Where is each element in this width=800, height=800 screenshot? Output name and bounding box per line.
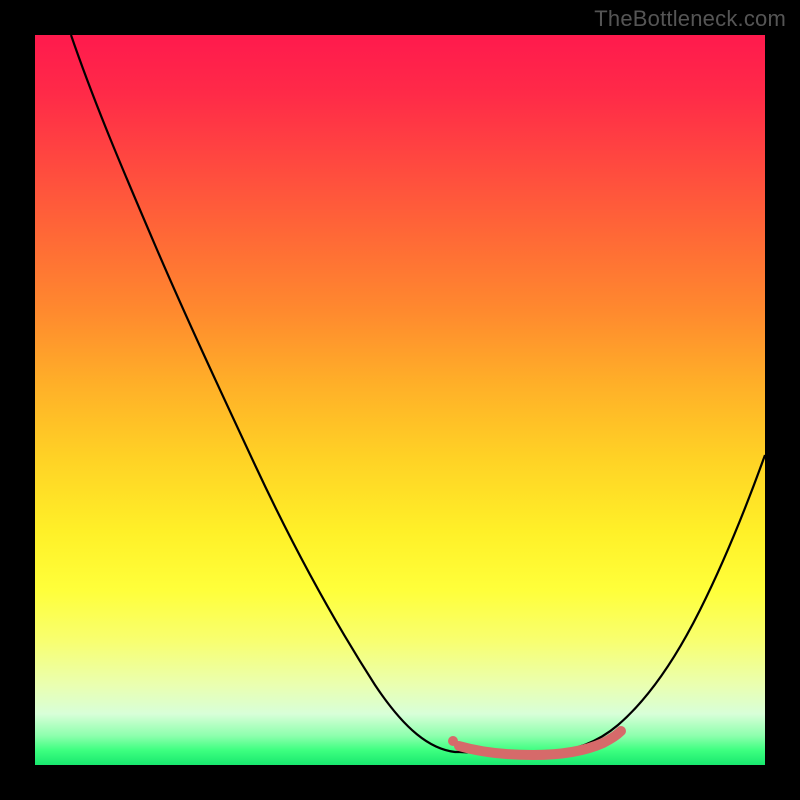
- plot-area: [35, 35, 765, 765]
- optimal-range: [459, 731, 621, 755]
- bottleneck-curve: [71, 35, 765, 754]
- chart-svg: [35, 35, 765, 765]
- chart-frame: TheBottleneck.com: [0, 0, 800, 800]
- watermark-text: TheBottleneck.com: [594, 6, 786, 32]
